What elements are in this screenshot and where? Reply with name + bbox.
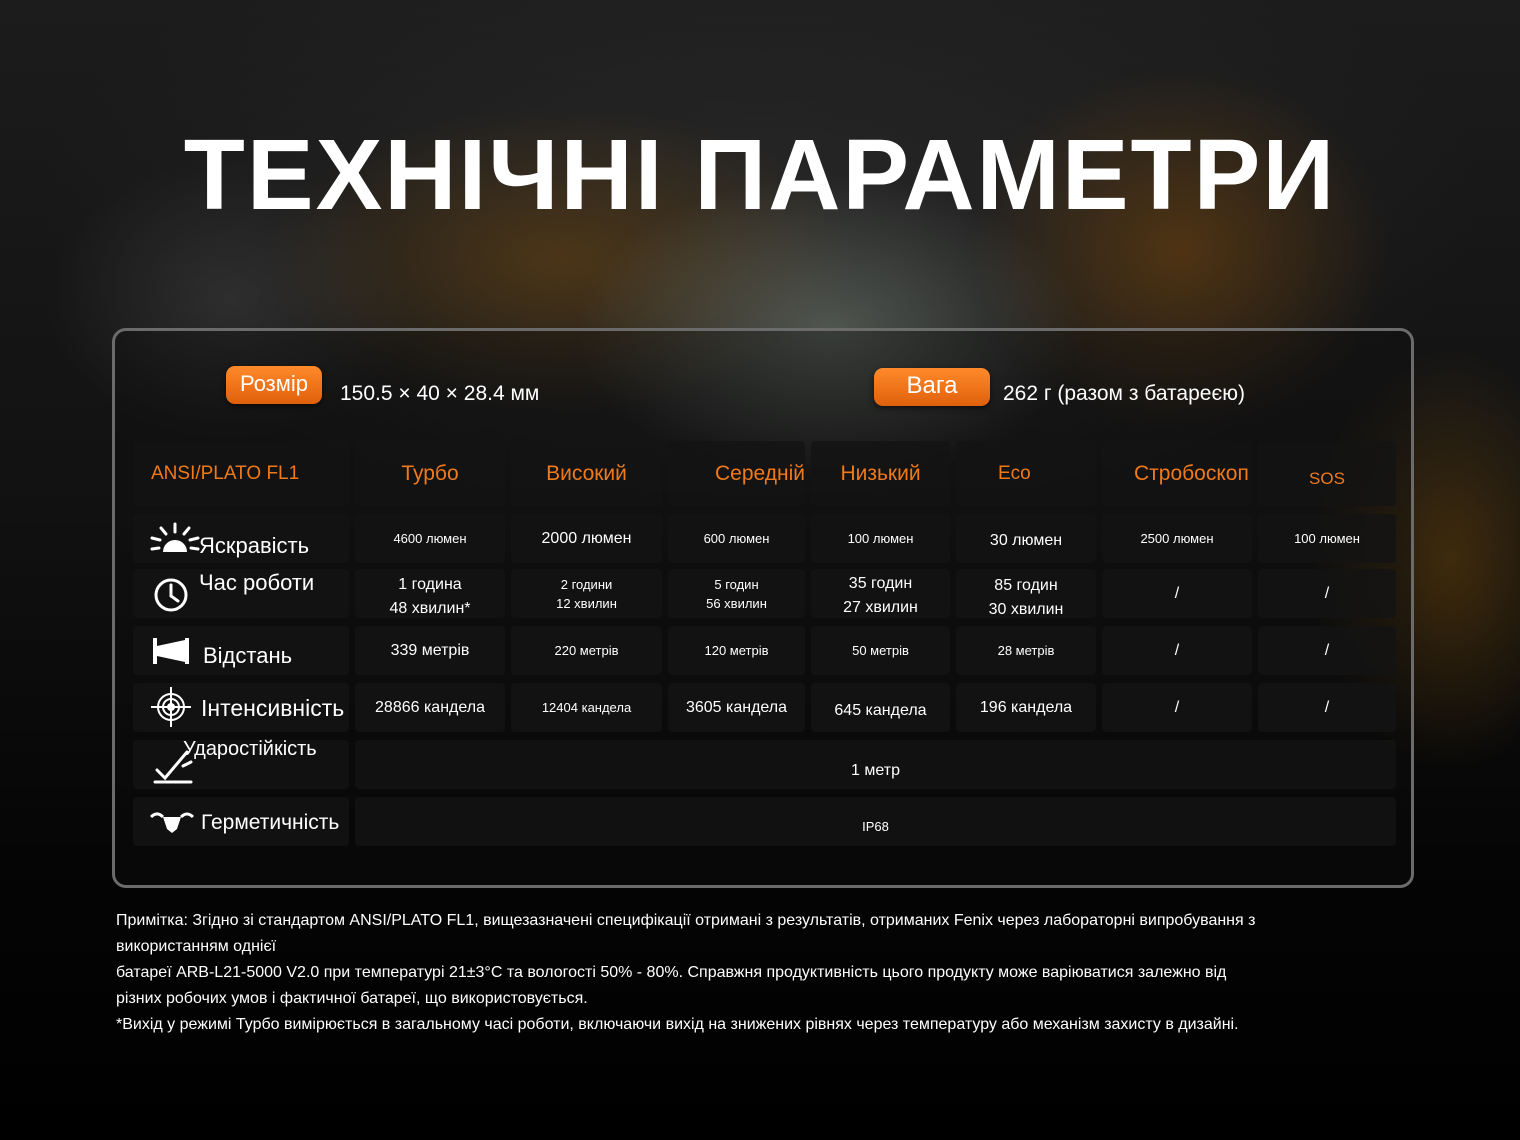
- table-cell: 4600 люмен: [355, 514, 505, 563]
- row-label-intensity: Інтенсивність: [133, 683, 349, 732]
- table-cell: 220 метрів: [511, 626, 662, 675]
- target-icon: [151, 687, 191, 727]
- table-cell: 2 години 12 хвилин: [511, 569, 662, 618]
- table-header-mode: SOS: [1258, 441, 1396, 506]
- table-cell: 2000 люмен: [511, 514, 662, 563]
- size-badge: Розмір: [226, 366, 322, 404]
- cell-line: 5 годин: [714, 576, 759, 592]
- table-cell: 12404 кандела: [511, 683, 662, 732]
- clock-icon: [154, 578, 188, 612]
- table-cell: /: [1102, 626, 1252, 675]
- table-header-mode: Низький: [811, 441, 950, 506]
- table-header-mode: Стробоскоп: [1102, 441, 1252, 506]
- table-cell: /: [1102, 569, 1252, 618]
- footnote-line: використанням однієї: [116, 938, 277, 955]
- table-cell: 339 метрів: [355, 626, 505, 675]
- row-label-waterproof: Герметичність: [133, 797, 349, 846]
- table-cell: 645 кандела: [811, 683, 950, 732]
- table-cell-merged: IP68: [355, 797, 1396, 846]
- row-label-brightness: Яскравість: [133, 514, 349, 563]
- footnote-line: різних робочих умов і фактичної батареї,…: [116, 990, 588, 1007]
- table-cell: /: [1258, 683, 1396, 732]
- distance-icon: [153, 638, 189, 664]
- row-label-text: Відстань: [203, 643, 293, 668]
- table-cell: 196 кандела: [956, 683, 1096, 732]
- table-cell: 120 метрів: [668, 626, 805, 675]
- cell-line: 1 година: [398, 575, 462, 593]
- table-cell: /: [1258, 569, 1396, 618]
- page-title: ТЕХНІЧНІ ПАРАМЕТРИ: [183, 119, 1337, 231]
- row-label-text: Інтенсивність: [201, 695, 345, 721]
- table-cell: 35 годин 27 хвилин: [811, 569, 950, 618]
- table-cell: 85 годин 30 хвилин: [956, 569, 1096, 618]
- footnote-line: Примітка: Згідно зі стандартом ANSI/PLAT…: [116, 912, 1256, 929]
- cell-line: 48 хвилин*: [389, 599, 471, 617]
- table-cell: /: [1102, 683, 1252, 732]
- table-header-mode: Середній: [668, 441, 805, 506]
- table-cell: 30 люмен: [956, 514, 1096, 563]
- table-cell: 600 люмен: [668, 514, 805, 563]
- cell-line: 12 хвилин: [556, 595, 617, 611]
- table-header-mode: Турбо: [355, 441, 505, 506]
- footnote: Примітка: Згідно зі стандартом ANSI/PLAT…: [116, 908, 1416, 1038]
- table-header-standard: ANSI/PLATO FL1: [133, 441, 349, 506]
- cell-line: 35 годин: [848, 574, 913, 592]
- table-cell: 100 люмен: [811, 514, 950, 563]
- row-label-text: Герметичність: [201, 811, 340, 834]
- table-cell: 100 люмен: [1258, 514, 1396, 563]
- table-cell: 28866 кандела: [355, 683, 505, 732]
- cell-line: 85 годин: [994, 576, 1058, 594]
- table-header-mode: Високий: [511, 441, 662, 506]
- table-cell: 3605 кандела: [668, 683, 805, 732]
- table-cell: 50 метрів: [811, 626, 950, 675]
- row-label-impact: Ударостійкість: [133, 738, 349, 789]
- footnote-line: батареї ARB-L21-5000 V2.0 при температур…: [116, 964, 1227, 981]
- weight-value: 262 г (разом з батареєю): [1003, 382, 1245, 405]
- table-cell: /: [1258, 626, 1396, 675]
- waterproof-icon: [149, 812, 195, 833]
- cell-line: 56 хвилин: [706, 595, 767, 611]
- cell-line: 27 хвилин: [843, 598, 918, 616]
- row-label-text: Час роботи: [199, 570, 315, 595]
- table-cell: 2500 люмен: [1102, 514, 1252, 563]
- table-cell: 5 годин 56 хвилин: [668, 569, 805, 618]
- weight-badge: Вага: [874, 368, 990, 406]
- table-cell-merged: 1 метр: [355, 740, 1396, 789]
- table-cell: 1 година 48 хвилин*: [355, 569, 505, 618]
- brightness-icon: [150, 522, 200, 552]
- row-label-runtime: Час роботи: [133, 569, 349, 618]
- row-label-distance: Відстань: [133, 626, 349, 675]
- row-label-text: Ударостійкість: [183, 738, 317, 760]
- cell-line: 2 години: [560, 576, 613, 592]
- footnote-line: *Вихід у режимі Турбо вимірюється в зага…: [116, 1016, 1239, 1033]
- row-label-text: Яскравість: [199, 533, 310, 558]
- table-cell: 28 метрів: [956, 626, 1096, 675]
- table-header-mode: Eco: [956, 441, 1096, 506]
- size-value: 150.5 × 40 × 28.4 мм: [340, 382, 540, 405]
- cell-line: 30 хвилин: [988, 600, 1064, 618]
